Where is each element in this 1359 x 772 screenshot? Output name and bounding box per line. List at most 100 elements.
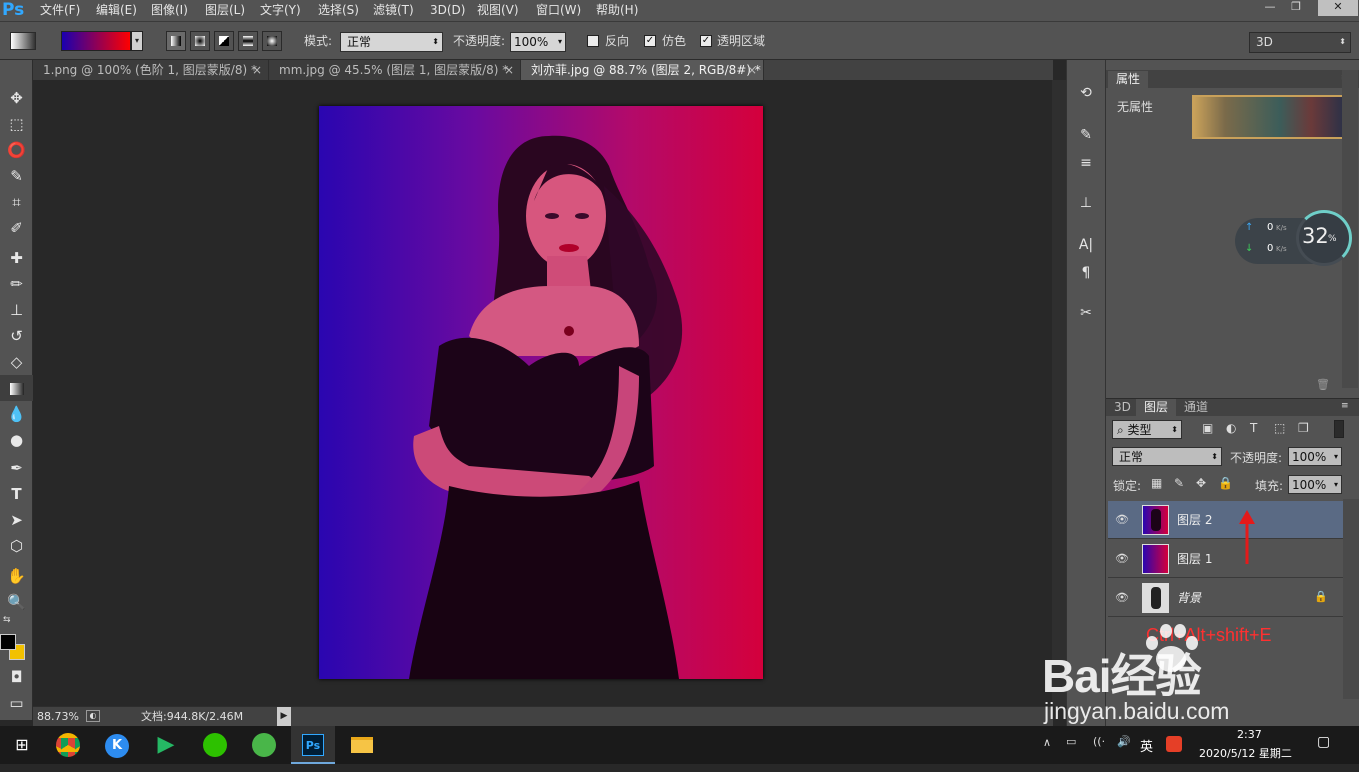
reflected-gradient-button[interactable] xyxy=(238,31,258,51)
eye-icon[interactable]: 👁 xyxy=(1114,540,1130,578)
eraser-tool-icon[interactable]: ◇ xyxy=(0,349,33,375)
clock-time[interactable]: 2:37 xyxy=(1237,728,1262,741)
layers-scrollbar[interactable] xyxy=(1343,499,1359,699)
quick-select-tool-icon[interactable]: ✎ xyxy=(0,163,33,189)
history-panel-icon[interactable]: ⟲ xyxy=(1070,80,1102,106)
dither-checkbox[interactable]: ✓ xyxy=(644,35,656,47)
tab-liuyifei-jpg[interactable]: 刘亦菲.jpg @ 88.7% (图层 2, RGB/8#) * × xyxy=(521,60,764,80)
gradient-picker[interactable] xyxy=(61,31,131,51)
eyedropper-tool-icon[interactable]: ✐ xyxy=(0,215,33,241)
lasso-tool-icon[interactable]: ⭕ xyxy=(0,137,33,163)
video-icon[interactable]: ▶ xyxy=(144,726,188,764)
path-select-tool-icon[interactable]: ➤ xyxy=(0,507,33,533)
angle-gradient-button[interactable] xyxy=(214,31,234,51)
wifi-icon[interactable]: ((· xyxy=(1093,735,1105,748)
zoom-tool-icon[interactable]: 🔍 xyxy=(0,589,33,615)
tool-preset-picker[interactable] xyxy=(10,32,36,50)
transparency-checkbox[interactable]: ✓ xyxy=(700,35,712,47)
close-button[interactable]: ✕ xyxy=(1318,0,1358,16)
panel-menu-icon[interactable]: ≡ xyxy=(1341,401,1349,411)
battery-icon[interactable]: ▭ xyxy=(1066,735,1076,748)
dodge-tool-icon[interactable]: ● xyxy=(0,427,33,453)
menu-help[interactable]: 帮助(H) xyxy=(596,0,638,22)
hand-tool-icon[interactable]: ✋ xyxy=(0,563,33,589)
pen-tool-icon[interactable]: ✒ xyxy=(0,455,33,481)
workspace-select[interactable]: 3D ⬍ xyxy=(1249,32,1351,53)
type-tool-icon[interactable]: T xyxy=(0,481,33,507)
layer-name[interactable]: 图层 1 xyxy=(1177,540,1212,578)
gradient-tool-icon[interactable] xyxy=(0,375,33,401)
filter-type-select[interactable]: ⌕ 类型 ⬍ xyxy=(1112,420,1182,439)
character-panel-icon[interactable]: A| xyxy=(1070,232,1102,258)
close-icon[interactable]: × xyxy=(504,60,514,80)
layer-opacity-field[interactable]: 100% ▾ xyxy=(1288,447,1342,466)
lock-transparent-icon[interactable]: ▦ xyxy=(1151,476,1162,490)
menu-3d[interactable]: 3D(D) xyxy=(430,0,465,22)
healing-brush-tool-icon[interactable]: ✚ xyxy=(0,245,33,271)
lock-all-icon[interactable]: 🔒 xyxy=(1218,476,1233,490)
lock-position-icon[interactable]: ✥ xyxy=(1196,476,1206,490)
close-icon[interactable]: × xyxy=(252,60,262,80)
menu-edit[interactable]: 编辑(E) xyxy=(96,0,137,22)
chevron-up-icon[interactable]: ∧ xyxy=(1043,736,1051,749)
menu-select[interactable]: 选择(S) xyxy=(318,0,359,22)
clone-source-icon[interactable]: ⊥ xyxy=(1070,190,1102,216)
menu-window[interactable]: 窗口(W) xyxy=(536,0,581,22)
photoshop-icon[interactable]: Ps xyxy=(291,726,335,764)
marquee-tool-icon[interactable]: ⬚ xyxy=(0,111,33,137)
filter-toggle[interactable] xyxy=(1334,420,1344,438)
brush-tool-icon[interactable]: ✏ xyxy=(0,271,33,297)
filter-pixel-icon[interactable]: ▣ xyxy=(1202,421,1213,435)
vertical-scrollbar[interactable] xyxy=(1052,80,1066,706)
tab-channels[interactable]: 通道 xyxy=(1176,399,1217,416)
browser-icon[interactable] xyxy=(242,726,286,764)
menu-view[interactable]: 视图(V) xyxy=(477,0,519,22)
tool-presets-icon[interactable]: ✂ xyxy=(1070,300,1102,326)
restore-button[interactable]: ❐ xyxy=(1283,0,1309,16)
folder-icon[interactable] xyxy=(340,726,384,764)
brush-panel-icon[interactable]: ✎ xyxy=(1070,122,1102,148)
brush-presets-icon[interactable]: ≡ xyxy=(1070,150,1102,176)
trash-icon[interactable]: 🗑 xyxy=(1316,378,1330,391)
shape-tool-icon[interactable]: ⬡ xyxy=(0,533,33,559)
fill-field[interactable]: 100% ▾ xyxy=(1288,475,1342,494)
mode-select[interactable]: 正常 ⬍ xyxy=(340,32,443,52)
close-icon[interactable]: × xyxy=(747,60,757,80)
stamp-tool-icon[interactable]: ⊥ xyxy=(0,297,33,323)
foreground-color-swatch[interactable] xyxy=(0,634,16,650)
menu-layer[interactable]: 图层(L) xyxy=(205,0,245,22)
minimize-button[interactable]: — xyxy=(1257,0,1283,16)
paragraph-panel-icon[interactable]: ¶ xyxy=(1070,260,1102,286)
document-canvas[interactable] xyxy=(319,106,763,679)
clock-date[interactable]: 2020/5/12 星期二 xyxy=(1199,745,1292,761)
gradient-dropdown-icon[interactable]: ▾ xyxy=(131,31,143,51)
status-menu-arrow-icon[interactable]: ▶ xyxy=(277,707,291,726)
tab-mm-jpg[interactable]: mm.jpg @ 45.5% (图层 1, 图层蒙版/8) * × xyxy=(269,60,521,80)
diamond-gradient-button[interactable] xyxy=(262,31,282,51)
menu-type[interactable]: 文字(Y) xyxy=(260,0,301,22)
tab-properties[interactable]: 属性 xyxy=(1108,71,1149,88)
wechat-icon[interactable] xyxy=(193,726,237,764)
windows-start-icon[interactable]: ⊞ xyxy=(0,726,44,764)
menu-image[interactable]: 图像(I) xyxy=(151,0,188,22)
radial-gradient-button[interactable] xyxy=(190,31,210,51)
history-brush-tool-icon[interactable]: ↺ xyxy=(0,323,33,349)
layer-name[interactable]: 图层 2 xyxy=(1177,501,1212,539)
screen-mode-icon[interactable]: ▭ xyxy=(0,690,33,716)
menu-file[interactable]: 文件(F) xyxy=(40,0,80,22)
eye-icon[interactable]: 👁 xyxy=(1114,579,1130,617)
lock-pixels-icon[interactable]: ✎ xyxy=(1174,476,1184,490)
memory-usage-ring[interactable]: 32 % xyxy=(1296,210,1352,266)
notification-icon[interactable]: ▢ xyxy=(1317,734,1330,750)
layer-name[interactable]: 背景 xyxy=(1177,579,1201,617)
tab-layers[interactable]: 图层 xyxy=(1136,399,1177,416)
linear-gradient-button[interactable] xyxy=(166,31,186,51)
chrome-icon[interactable] xyxy=(46,726,90,764)
filter-shape-icon[interactable]: ⬚ xyxy=(1274,421,1285,435)
ime-indicator[interactable]: 英 xyxy=(1140,736,1153,755)
filter-adjustment-icon[interactable]: ◐ xyxy=(1226,421,1236,435)
volume-icon[interactable]: 🔊 xyxy=(1117,735,1131,748)
menu-filter[interactable]: 滤镜(T) xyxy=(373,0,414,22)
eye-icon[interactable]: 👁 xyxy=(1114,501,1130,539)
blur-tool-icon[interactable]: 💧 xyxy=(0,401,33,427)
